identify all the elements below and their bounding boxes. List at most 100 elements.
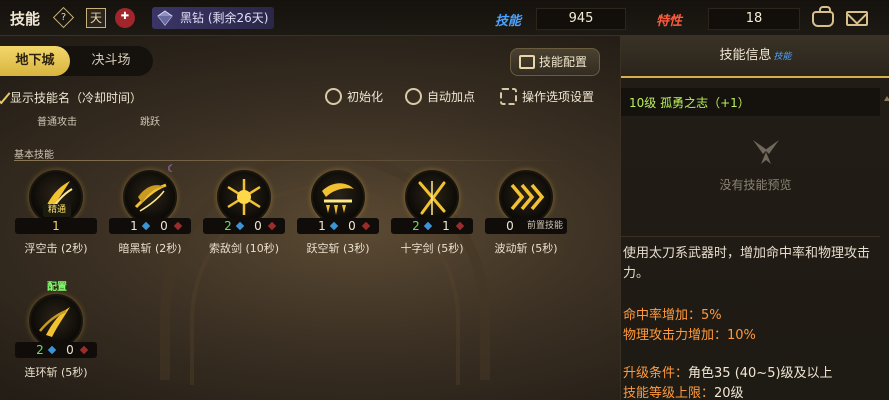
tab-arena[interactable]: 决斗场	[72, 46, 150, 76]
skill-points-value: 945	[536, 8, 626, 30]
diamond-icon	[141, 221, 151, 231]
skill-bonus: 0	[254, 219, 262, 233]
effect-hit-rate: 命中率增加：5%	[623, 308, 722, 323]
skill-level-bar: 1 0	[109, 218, 191, 234]
diamond-icon	[79, 345, 89, 355]
skill-card[interactable]: 2 1 十字剑 (5秒)	[391, 170, 473, 260]
diamond-icon	[173, 221, 183, 231]
skill-level: 0	[506, 219, 514, 233]
skill-description: 使用太刀系武器时，增加命中率和物理攻击力。	[623, 246, 871, 281]
diamond-icon	[361, 221, 371, 231]
section-divider	[14, 160, 574, 161]
upgrade-condition: 升级条件：角色35 (40~5)级及以上	[623, 362, 833, 381]
control-settings-button[interactable]: 操作选项设置	[500, 86, 594, 108]
basic-skills-heading: 基本技能	[14, 150, 54, 161]
skill-card[interactable]: 1 0 跃空斩 (3秒)	[297, 170, 379, 260]
skill-level: 1	[52, 219, 60, 233]
skill-level: 2	[412, 219, 420, 233]
reset-label: 初始化	[347, 90, 384, 104]
skill-name: 跃空斩 (3秒)	[306, 242, 370, 255]
panel-scrollbar[interactable]	[884, 96, 889, 396]
reset-button[interactable]: 初始化	[325, 86, 383, 108]
panel-divider	[621, 236, 880, 237]
gift-icon[interactable]: ✚	[115, 8, 135, 28]
skill-level-bar: 1	[15, 218, 97, 234]
skill-level-bar: 0 前置技能	[485, 218, 567, 234]
trait-points-label: 特性	[656, 14, 683, 29]
effect-physical-attack: 物理攻击力增加：10%	[623, 328, 756, 343]
diamond-icon	[455, 221, 465, 231]
panel-title-text: 技能信息	[719, 48, 772, 63]
skill-level-bar: 2 0	[203, 218, 285, 234]
skill-level: 2	[224, 219, 232, 233]
rank-text: 黑钻 (剩余26天)	[180, 11, 269, 25]
skill-card[interactable]: 配置 2 0 连环斩 (5秒)	[15, 282, 97, 384]
mail-icon[interactable]	[846, 11, 868, 26]
skill-config-button[interactable]: 技能配置	[510, 48, 600, 76]
show-name-checkbox[interactable]	[0, 87, 11, 105]
top-bar: 技能 ? 天 ✚ 黑钻 (剩余26天) 技能 945 特性 18	[0, 0, 889, 36]
skill-card[interactable]: ☾ 1 0 暗黑斩 (2秒)	[109, 164, 191, 260]
trait-points-value: 18	[708, 8, 800, 30]
auto-assign-label: 自动加点	[427, 90, 476, 104]
skill-config-label: 技能配置	[539, 55, 588, 69]
skill-name: 连环斩 (5秒)	[24, 366, 88, 379]
no-preview-label: 没有技能预览	[719, 178, 792, 192]
selected-skill-level: 10级 孤勇之志（+1）	[629, 96, 750, 110]
diamond-icon	[157, 10, 173, 26]
skill-level-bar: 2 0	[15, 342, 97, 358]
skill-name: 波动斩 (5秒)	[494, 242, 558, 255]
help-icon[interactable]: ?	[52, 6, 75, 29]
diamond-icon	[329, 221, 339, 231]
skill-name: 索敌剑 (10秒)	[208, 242, 280, 255]
skill-bonus: 1	[442, 219, 450, 233]
auto-assign-button[interactable]: 自动加点	[405, 86, 475, 108]
gear-icon	[500, 88, 517, 105]
upgrade-condition-value: 角色35 (40~5)级及以上	[688, 366, 833, 381]
control-settings-label: 操作选项设置	[522, 90, 595, 104]
panel-title: 技能信息 技能	[621, 36, 889, 78]
book-icon[interactable]: 天	[86, 8, 106, 28]
sword-burst-skill-icon[interactable]	[217, 170, 271, 224]
bag-icon[interactable]	[812, 6, 834, 27]
dark-slash-skill-icon[interactable]	[123, 170, 177, 224]
no-preview-icon	[753, 140, 779, 164]
level-cap-value: 20级	[714, 386, 744, 400]
equipped-badge: 配置	[47, 282, 67, 293]
cross-sword-skill-icon[interactable]	[405, 170, 459, 224]
level-cap-key: 技能等级上限：	[623, 386, 715, 400]
skill-card[interactable]: 2 0 索敌剑 (10秒)	[203, 170, 285, 260]
skill-bonus: 0	[160, 219, 168, 233]
rank-badge[interactable]: 黑钻 (剩余26天)	[152, 7, 274, 29]
refresh-icon	[325, 88, 342, 105]
panel-title-tag: 技能	[773, 52, 792, 62]
combo-slash-skill-icon[interactable]	[29, 294, 83, 348]
page-title: 技能	[10, 10, 41, 28]
skill-points-label: 技能	[495, 14, 522, 29]
skill-bonus: 0	[66, 343, 74, 357]
skill-name: 浮空击 (2秒)	[24, 242, 88, 255]
leap-slash-skill-icon[interactable]	[311, 170, 365, 224]
wave-slash-skill-icon[interactable]	[499, 170, 553, 224]
mode-tabs: 地下城 决斗场	[0, 46, 153, 76]
skill-header: 10级 孤勇之志（+1）	[621, 88, 880, 116]
tab-dungeon[interactable]: 地下城	[0, 46, 70, 76]
moon-icon: ☾	[167, 164, 176, 175]
level-cap: 技能等级上限：20级	[623, 382, 744, 400]
skill-level: 1	[318, 219, 326, 233]
show-name-label[interactable]: 显示技能名（冷却时间）	[10, 89, 142, 106]
skill-name: 暗黑斩 (2秒)	[118, 242, 182, 255]
skill-card[interactable]: 0 前置技能 波动斩 (5秒)	[485, 170, 567, 260]
skill-level-bar: 1 0	[297, 218, 379, 234]
options-row: 显示技能名（冷却时间） 初始化 自动加点 操作选项设置	[0, 86, 610, 108]
jump-label: 跳跃	[140, 117, 160, 128]
mastery-badge: 精通	[43, 204, 71, 217]
skill-bonus: 0	[348, 219, 356, 233]
diamond-icon	[423, 221, 433, 231]
config-icon	[519, 55, 535, 69]
skill-level: 1	[130, 219, 138, 233]
skill-level: 2	[36, 343, 44, 357]
prerequisite-label: 前置技能	[527, 221, 564, 231]
skill-card[interactable]: 精通 1 浮空击 (2秒)	[15, 170, 97, 260]
diamond-icon	[267, 221, 277, 231]
